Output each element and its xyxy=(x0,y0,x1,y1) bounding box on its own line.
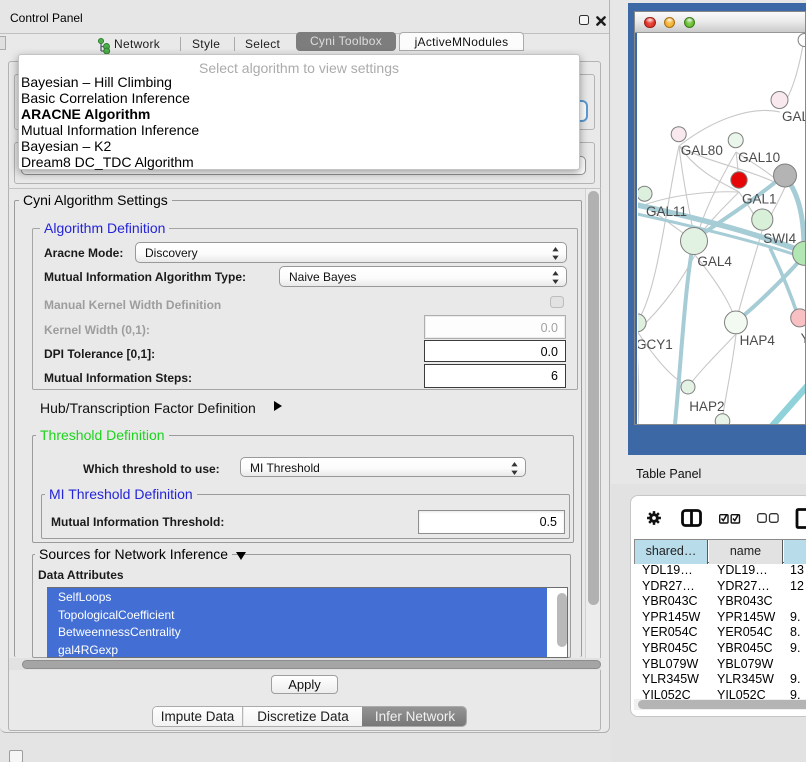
svg-text:GAL: GAL xyxy=(782,109,805,124)
svg-text:GAL80: GAL80 xyxy=(681,143,723,158)
svg-text:GAL1: GAL1 xyxy=(742,192,777,207)
svg-text:GAL10: GAL10 xyxy=(738,150,780,165)
svg-text:GAL11: GAL11 xyxy=(646,204,687,219)
svg-text:HAP2: HAP2 xyxy=(689,399,724,414)
svg-text:GAL4: GAL4 xyxy=(697,254,732,269)
svg-text:Y: Y xyxy=(801,331,805,346)
svg-text:GCY1: GCY1 xyxy=(638,337,673,352)
svg-text:HAP4: HAP4 xyxy=(740,333,776,348)
svg-text:SWI4: SWI4 xyxy=(763,231,796,246)
